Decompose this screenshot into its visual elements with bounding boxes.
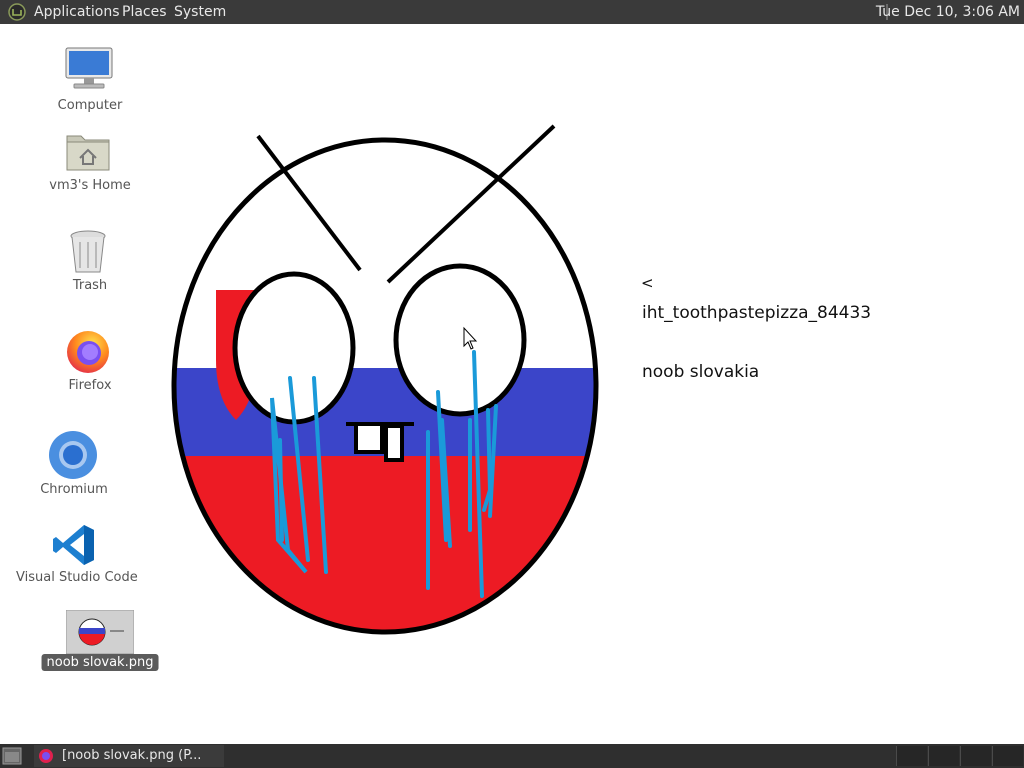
vscode-icon bbox=[53, 525, 94, 565]
home-folder-icon bbox=[66, 135, 110, 171]
desktop-icon-label: Firefox bbox=[68, 378, 112, 393]
workspace-3[interactable] bbox=[960, 746, 991, 766]
desktop-icon-chromium[interactable]: Chromium bbox=[24, 428, 124, 500]
taskbar-window-title: [noob slovak.png (P... bbox=[62, 748, 202, 763]
desktop-icon-label: Chromium bbox=[40, 482, 108, 497]
monitor-icon bbox=[65, 47, 113, 89]
desktop-icon-label: noob slovak.png bbox=[41, 654, 159, 671]
desktop-icon-label: Computer bbox=[57, 98, 123, 113]
bottom-panel: [noob slovak.png (P... bbox=[0, 744, 1024, 768]
menu-places[interactable]: Places bbox=[122, 0, 167, 24]
desktop-icon-trash[interactable]: Trash bbox=[40, 226, 140, 298]
menu-applications[interactable]: Applications bbox=[34, 0, 120, 24]
top-panel: Applications Places System Tue Dec 10, 3… bbox=[0, 0, 1024, 24]
tooth-left bbox=[354, 422, 384, 454]
desktop-icon-label: vm3's Home bbox=[49, 178, 131, 193]
desktop-icon-computer[interactable]: Computer bbox=[40, 44, 140, 116]
tooth-right bbox=[384, 424, 404, 462]
menu-system[interactable]: System bbox=[174, 0, 226, 24]
desktop-icon-firefox[interactable]: Firefox bbox=[40, 326, 140, 398]
trash-icon bbox=[70, 230, 106, 273]
back-arrow-text: < bbox=[641, 274, 654, 292]
firefox-icon bbox=[67, 331, 109, 373]
workspace-1[interactable] bbox=[896, 746, 927, 766]
workspace-2[interactable] bbox=[928, 746, 959, 766]
workspace-switcher[interactable] bbox=[894, 744, 1024, 768]
workspace-4[interactable] bbox=[992, 746, 1023, 766]
username-text: iht_toothpastepizza_84433 bbox=[642, 303, 872, 323]
show-desktop-icon[interactable] bbox=[2, 747, 22, 765]
image-thumbnail-icon bbox=[66, 610, 134, 654]
taskbar-window-button[interactable]: [noob slovak.png (P... bbox=[34, 745, 224, 767]
clock[interactable]: Tue Dec 10, 3:06 AM bbox=[876, 0, 1020, 24]
chromium-icon bbox=[49, 431, 97, 479]
right-eye bbox=[393, 263, 527, 417]
desktop-icon-label: Trash bbox=[72, 278, 108, 293]
mint-logo-icon[interactable] bbox=[8, 3, 26, 21]
firefox-icon bbox=[39, 749, 53, 763]
caption-text: noob slovakia bbox=[642, 362, 760, 382]
slovakia-ball-drawing bbox=[171, 124, 599, 635]
desktop-icon-vscode[interactable]: Visual Studio Code bbox=[16, 520, 138, 592]
desktop-icon-noob-slovak-png[interactable]: noob slovak.png bbox=[40, 608, 160, 680]
desktop-icon-home[interactable]: vm3's Home bbox=[40, 126, 140, 198]
desktop-icon-label: Visual Studio Code bbox=[16, 570, 138, 585]
